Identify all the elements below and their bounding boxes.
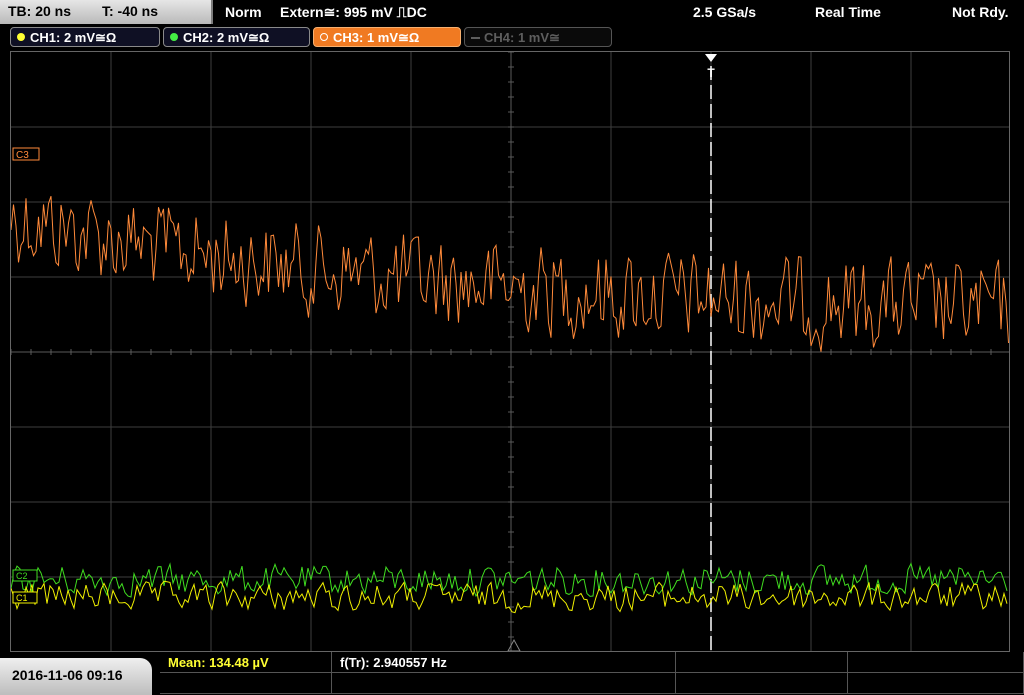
channel-3-color-icon bbox=[320, 33, 328, 41]
acquisition-mode: Real Time bbox=[815, 4, 881, 20]
channel-3-marker-label: C3 bbox=[16, 150, 29, 161]
waveform-display[interactable]: T C3 C2 C1 bbox=[10, 51, 1010, 652]
channel-4-off-icon bbox=[471, 37, 480, 39]
channel-2-button[interactable]: CH2: 2 mV≅Ω bbox=[163, 27, 310, 47]
sample-rate: 2.5 GSa/s bbox=[693, 4, 757, 20]
trigger-source[interactable]: Extern≅: 995 mV ⎍DC bbox=[280, 4, 427, 21]
channel-1-marker-label: C1 bbox=[16, 593, 28, 603]
channel-3-button[interactable]: CH3: 1 mV≅Ω bbox=[313, 27, 461, 47]
measurement-cell-empty-2[interactable] bbox=[848, 652, 1024, 673]
trigger-marker-label: T bbox=[707, 66, 715, 80]
channel-4-label: CH4: 1 mV≅ bbox=[484, 30, 560, 45]
measurement-cell-empty-1[interactable] bbox=[676, 652, 848, 673]
measurement-frequency: f(Tr): 2.940557 Hz bbox=[340, 655, 447, 670]
channel-3-ground-marker[interactable]: C3 bbox=[12, 147, 40, 161]
measurement-cell-empty-6[interactable] bbox=[848, 673, 1024, 694]
measurement-cell-empty-5[interactable] bbox=[676, 673, 848, 694]
measurement-panel[interactable]: Mean: 134.48 µV f(Tr): 2.940557 Hz bbox=[160, 652, 1024, 695]
measurement-mean: Mean: 134.48 µV bbox=[168, 655, 269, 670]
measurement-cell-mean[interactable]: Mean: 134.48 µV bbox=[160, 652, 332, 673]
channel-3-label: CH3: 1 mV≅Ω bbox=[333, 30, 420, 45]
horizontal-center-marker bbox=[507, 638, 521, 651]
channel-2-color-icon bbox=[170, 33, 178, 41]
channel-1-label: CH1: 2 mV≅Ω bbox=[30, 30, 117, 45]
channel-4-button[interactable]: CH4: 1 mV≅ bbox=[464, 27, 612, 47]
channel-1-trace bbox=[11, 580, 1008, 614]
measurement-cell-empty-4[interactable] bbox=[332, 673, 676, 694]
trigger-mode[interactable]: Norm bbox=[225, 4, 262, 20]
datetime-box: 2016-11-06 09:16 bbox=[0, 658, 152, 695]
channel-1-ground-marker[interactable]: C1 bbox=[12, 591, 38, 604]
graticule bbox=[11, 52, 1009, 651]
channel-3-trace bbox=[11, 196, 1009, 352]
channel-1-color-icon bbox=[17, 33, 25, 41]
timebase-box[interactable]: TB: 20 ns T: -40 ns bbox=[0, 0, 213, 24]
measurement-cell-empty-3[interactable] bbox=[160, 673, 332, 694]
bottom-bar: 2016-11-06 09:16 Mean: 134.48 µV f(Tr): … bbox=[0, 652, 1024, 695]
channel-1-button[interactable]: CH1: 2 mV≅Ω bbox=[10, 27, 160, 47]
channel-2-ground-marker[interactable]: C2 bbox=[12, 569, 38, 582]
waveform-canvas: T C3 C2 C1 bbox=[11, 52, 1009, 651]
trigger-time-readout: T: -40 ns bbox=[102, 3, 159, 19]
status-bar: TB: 20 ns T: -40 ns Norm Extern≅: 995 mV… bbox=[0, 0, 1024, 24]
measurement-cell-freq[interactable]: f(Tr): 2.940557 Hz bbox=[332, 652, 676, 673]
acquisition-state: Not Rdy. bbox=[952, 4, 1009, 20]
timebase-readout: TB: 20 ns bbox=[8, 3, 72, 19]
channel-2-marker-label: C2 bbox=[16, 571, 28, 581]
channel-2-label: CH2: 2 mV≅Ω bbox=[183, 30, 270, 45]
datetime-label: 2016-11-06 09:16 bbox=[12, 667, 123, 683]
